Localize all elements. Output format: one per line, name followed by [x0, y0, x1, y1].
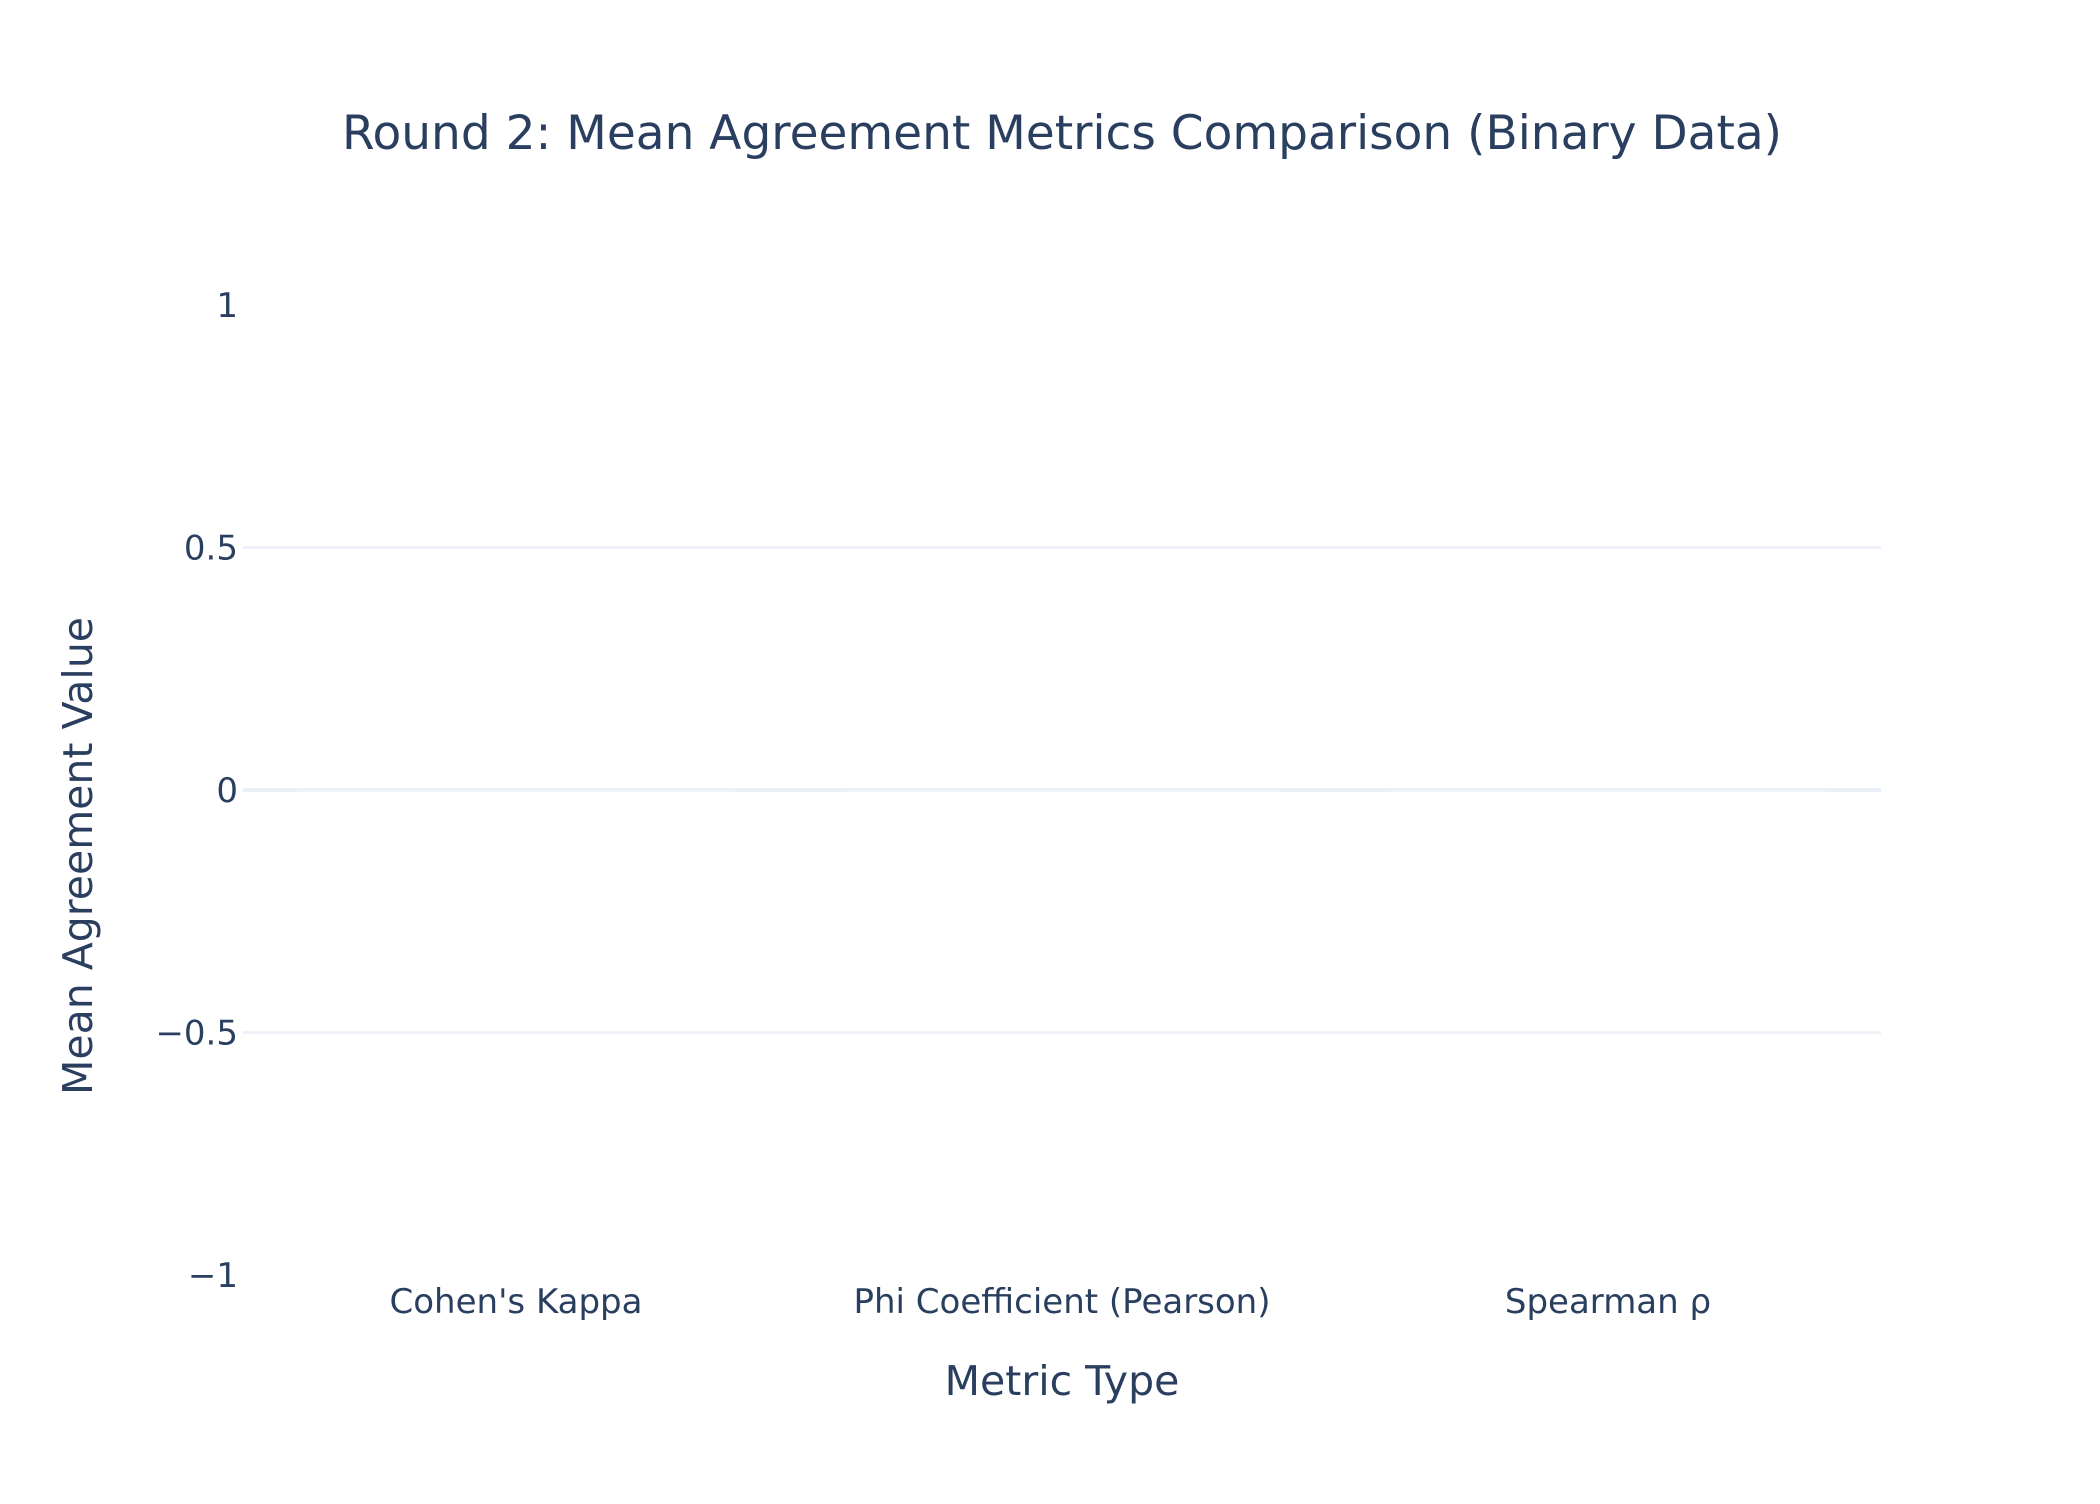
bar [297, 790, 735, 792]
chart-title: Round 2: Mean Agreement Metrics Comparis… [342, 106, 1782, 161]
chart-background [0, 0, 2100, 1500]
y-tick-label: −0.5 [155, 1014, 238, 1054]
y-tick-label: −1 [188, 1256, 238, 1296]
x-tick-label: Spearman ρ [1505, 1282, 1711, 1322]
chart-container: −1 −0.5 0 0.5 1 Cohen's Kappa Phi Coefficient… [0, 0, 2100, 1500]
bar [1389, 790, 1827, 792]
y-tick-label: 1 [216, 286, 238, 326]
bar-chart: −1 −0.5 0 0.5 1 Cohen's Kappa Phi Coefficient… [0, 0, 2100, 1500]
bars [297, 790, 1827, 792]
x-tick-labels: Cohen's Kappa Phi Coefficient (Pearson) Sp… [390, 1282, 1712, 1322]
x-axis-title: Metric Type [945, 1357, 1180, 1405]
bar [843, 790, 1281, 792]
y-axis-title: Mean Agreement Value [54, 617, 102, 1095]
x-tick-label: Cohen's Kappa [390, 1282, 643, 1322]
y-tick-label: 0.5 [184, 529, 238, 569]
y-tick-label: 0 [216, 771, 238, 811]
x-tick-label: Phi Coefficient (Pearson) [854, 1282, 1271, 1322]
